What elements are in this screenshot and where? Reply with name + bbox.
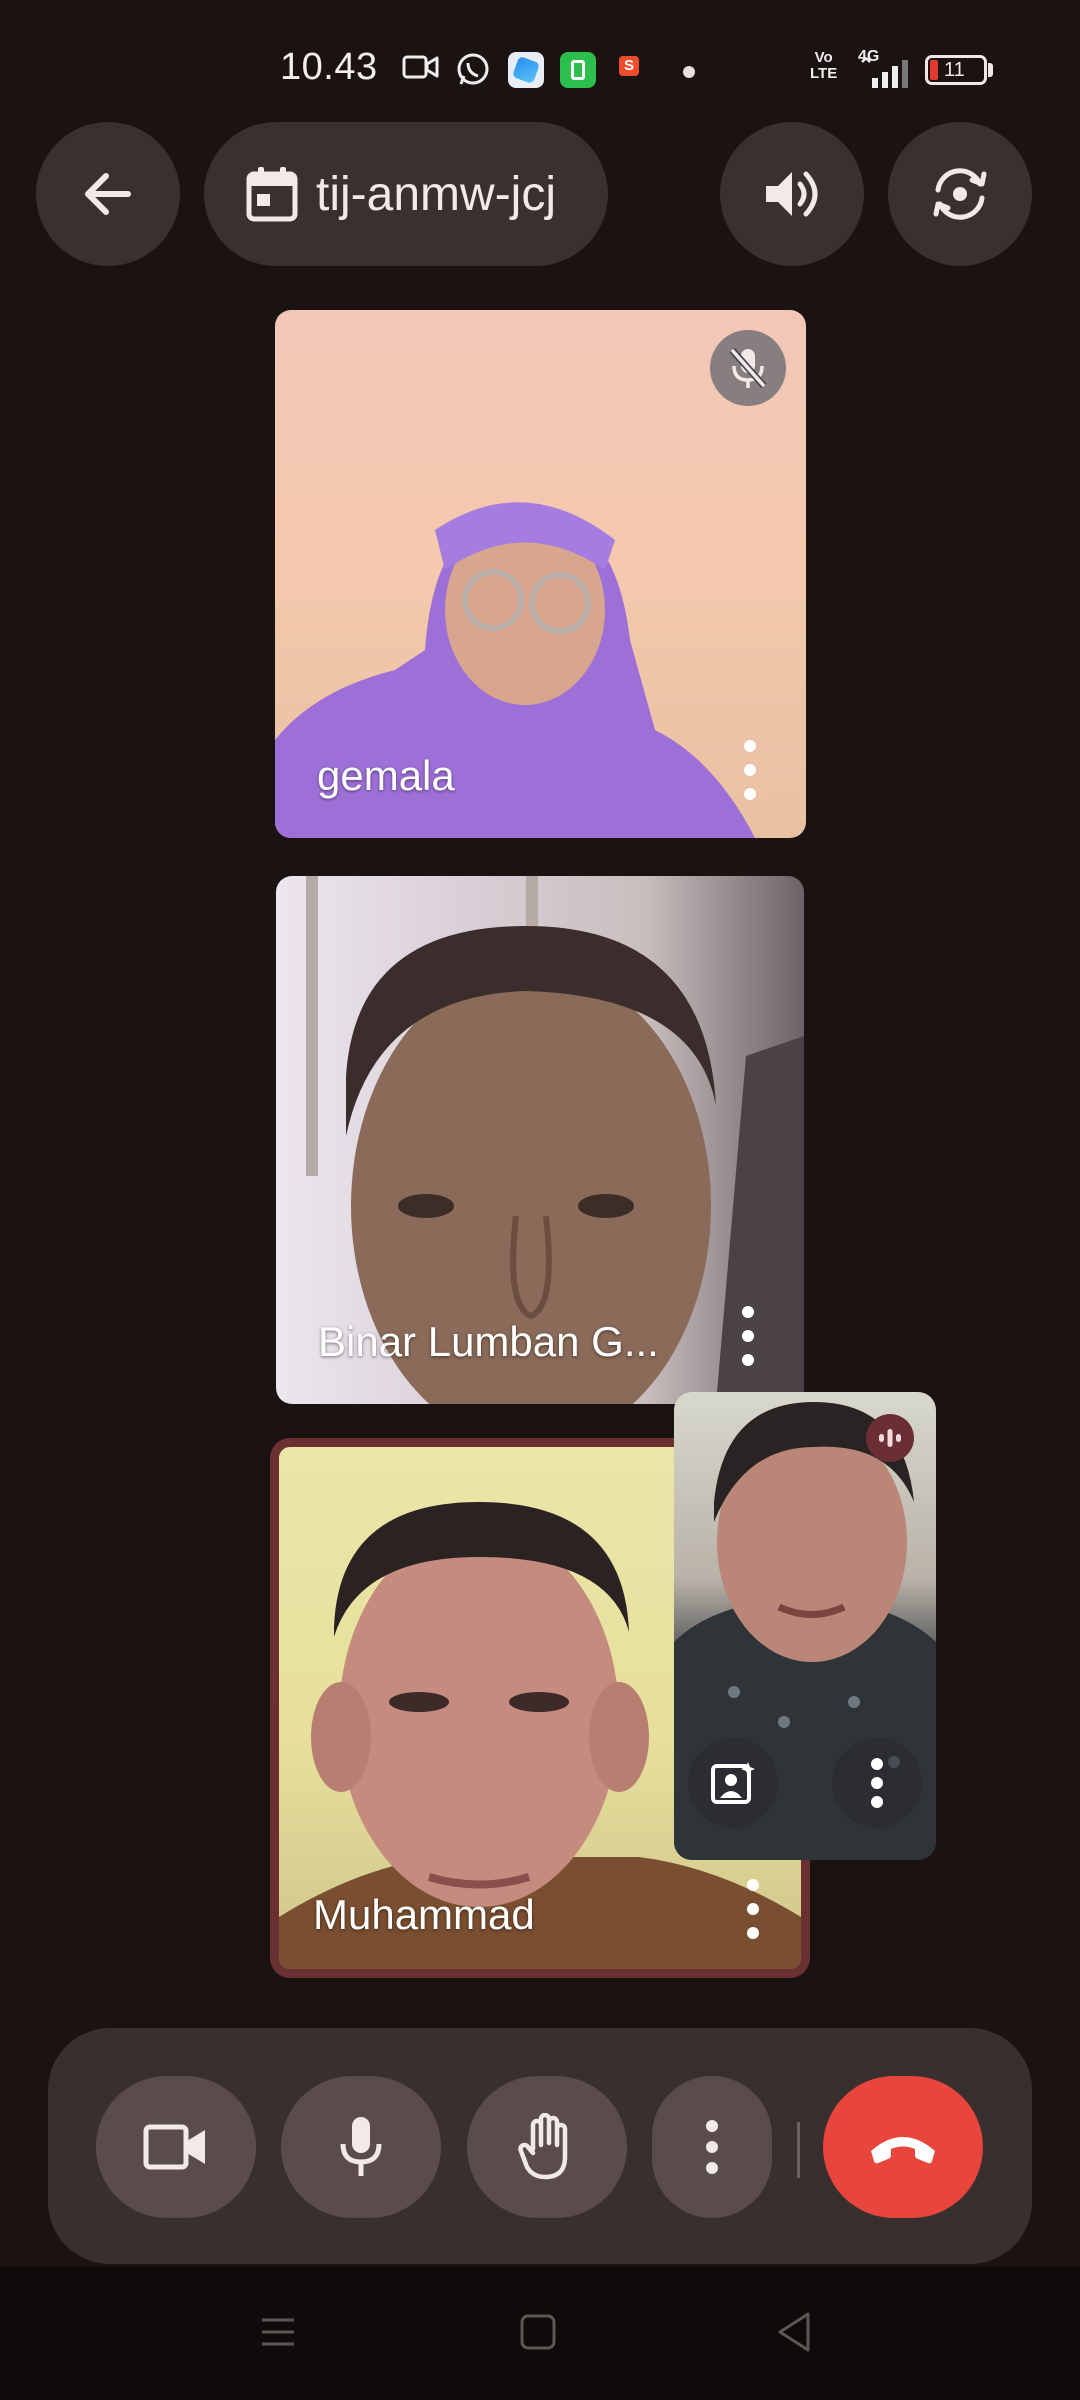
- back-button[interactable]: [36, 122, 180, 266]
- audio-level-indicator: [866, 1414, 914, 1462]
- audio-level-icon: [879, 1429, 901, 1447]
- audio-output-button[interactable]: [720, 122, 864, 266]
- switch-camera-button[interactable]: [888, 122, 1032, 266]
- speaker-icon: [766, 171, 818, 217]
- effects-icon: [711, 1762, 755, 1804]
- end-call-button[interactable]: [823, 2076, 983, 2218]
- browser-app-icon: [508, 52, 544, 88]
- more-vert-icon: [870, 1758, 884, 1808]
- raise-hand-button[interactable]: [467, 2076, 627, 2218]
- participant-name: Binar Lumban G...: [318, 1318, 659, 1365]
- system-navigation-bar: [0, 2266, 1080, 2400]
- microphone-toggle-button[interactable]: [281, 2076, 441, 2218]
- meeting-code: tij-anmw-jcj: [316, 167, 556, 221]
- participant-menu-button[interactable]: [738, 1306, 758, 1366]
- recent-apps-icon[interactable]: [258, 2312, 298, 2352]
- raise-hand-icon: [518, 2113, 568, 2180]
- more-vert-icon: [705, 2120, 719, 2174]
- back-nav-icon[interactable]: [774, 2310, 814, 2354]
- effects-button[interactable]: [688, 1738, 778, 1828]
- microphone-icon: [340, 2117, 382, 2176]
- home-icon[interactable]: [518, 2312, 558, 2352]
- green-app-icon: [560, 52, 596, 88]
- more-vert-icon: [744, 740, 756, 752]
- participant-name: gemala: [317, 752, 455, 799]
- switch-camera-icon: [933, 168, 987, 220]
- notification-dot: [683, 66, 695, 78]
- camera-icon: [143, 2124, 205, 2170]
- participant-menu-button[interactable]: [743, 1879, 763, 1939]
- mic-off-icon: [729, 347, 767, 389]
- shopeepay-icon: S: [613, 52, 649, 88]
- video-icon: [402, 55, 439, 79]
- more-vert-icon: [747, 1879, 759, 1891]
- battery-icon: 11: [925, 55, 987, 85]
- calendar-icon: [246, 167, 298, 222]
- signal-icon: [861, 58, 908, 88]
- participant-tile-binar[interactable]: Binar Lumban G...: [276, 876, 804, 1404]
- participant-menu-button[interactable]: [740, 740, 760, 800]
- control-divider: [797, 2122, 800, 2178]
- self-view-menu-button[interactable]: [832, 1738, 922, 1828]
- camera-toggle-button[interactable]: [96, 2076, 256, 2218]
- status-time: 10.43: [280, 46, 378, 88]
- volte-indicator: Vo LTE: [810, 49, 838, 82]
- battery-fill: [930, 60, 938, 80]
- end-call-icon: [871, 2137, 935, 2164]
- battery-nub: [988, 63, 993, 77]
- battery-level: 11: [944, 59, 965, 81]
- muted-indicator: [710, 330, 786, 406]
- participant-name: Muhammad: [313, 1891, 535, 1938]
- more-vert-icon: [742, 1306, 754, 1318]
- participant-tile-gemala[interactable]: gemala: [275, 310, 806, 838]
- meeting-info-button[interactable]: tij-anmw-jcj: [204, 122, 608, 266]
- back-arrow-icon: [85, 173, 131, 215]
- more-options-button[interactable]: [652, 2076, 772, 2218]
- self-view-tile[interactable]: [674, 1392, 936, 1860]
- whatsapp-icon: [457, 53, 489, 85]
- status-bar: 10.43 S Vo LTE 4G 11: [0, 0, 1080, 120]
